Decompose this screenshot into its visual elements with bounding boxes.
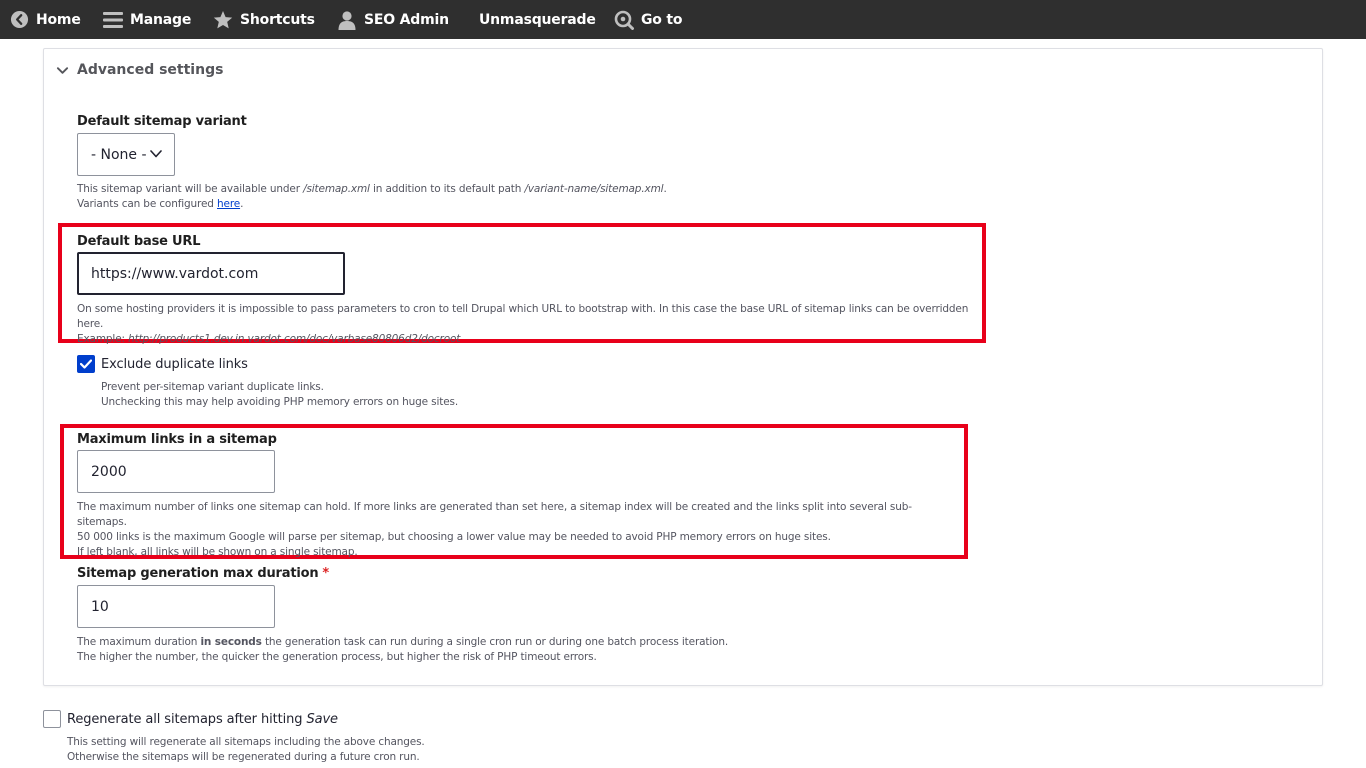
max-links-description: The maximum number of links one sitemap …	[77, 500, 957, 560]
desc-text: the generation task can run during a sin…	[261, 636, 729, 648]
toolbar-home[interactable]: Home	[9, 0, 81, 39]
advanced-settings-summary[interactable]: Advanced settings	[56, 62, 223, 78]
max-duration-value: 10	[91, 598, 109, 615]
desc-text: If left blank, all links will be shown o…	[77, 546, 358, 558]
desc-text: Variants can be configured	[77, 198, 217, 210]
regenerate-label-save: Save	[306, 712, 338, 727]
toolbar-goto-label: Go to	[641, 11, 683, 28]
exclude-duplicates-checkbox[interactable]	[77, 355, 95, 373]
required-marker: *	[322, 566, 329, 581]
desc-text: Unchecking this may help avoiding PHP me…	[101, 396, 459, 408]
regenerate-description: This setting will regenerate all sitemap…	[67, 735, 667, 765]
toolbar-goto[interactable]: Go to	[614, 0, 682, 39]
base-url-value: https://www.vardot.com	[91, 265, 259, 282]
desc-example: http://products1.dev.in.vardot.com/doc/v…	[128, 333, 461, 345]
desc-text: .	[663, 183, 667, 195]
max-duration-description: The maximum duration in seconds the gene…	[77, 635, 977, 665]
variants-here-link[interactable]: here	[217, 198, 240, 210]
advanced-settings-title: Advanced settings	[77, 62, 224, 78]
base-url-label: Default base URL	[77, 234, 201, 249]
desc-text: On some hosting providers it is impossib…	[77, 303, 969, 330]
toolbar-home-label: Home	[36, 11, 81, 28]
desc-bold: in seconds	[200, 636, 262, 648]
desc-text: Otherwise the sitemaps will be regenerat…	[67, 751, 420, 763]
regenerate-label[interactable]: Regenerate all sitemaps after hitting Sa…	[67, 712, 338, 727]
default-variant-label: Default sitemap variant	[77, 114, 247, 129]
desc-path: /sitemap.xml	[303, 183, 370, 195]
regenerate-label-text: Regenerate all sitemaps after hitting	[67, 712, 307, 727]
desc-text: Prevent per-sitemap variant duplicate li…	[101, 381, 324, 393]
desc-text: .	[240, 198, 244, 210]
desc-text: The maximum duration	[77, 636, 201, 648]
default-variant-value: - None -	[91, 146, 147, 163]
max-duration-input[interactable]: 10	[77, 585, 275, 628]
regenerate-checkbox[interactable]	[43, 710, 61, 728]
desc-text: 50 000 links is the maximum Google will …	[77, 531, 831, 543]
star-icon	[213, 10, 233, 30]
max-duration-label-text: Sitemap generation max duration	[77, 566, 319, 581]
toolbar-shortcuts-label: Shortcuts	[240, 11, 315, 28]
chevron-left-circle-icon	[9, 10, 29, 30]
desc-text: The maximum number of links one sitemap …	[77, 501, 912, 528]
exclude-duplicates-label[interactable]: Exclude duplicate links	[101, 357, 248, 372]
max-links-input[interactable]: 2000	[77, 450, 275, 493]
desc-text: This setting will regenerate all sitemap…	[67, 736, 425, 748]
chevron-down-icon	[56, 66, 69, 74]
max-links-label: Maximum links in a sitemap	[77, 432, 277, 447]
desc-text: in addition to its default path	[369, 183, 525, 195]
toolbar-unmasquerade[interactable]: Unmasquerade	[479, 0, 596, 39]
admin-toolbar: Home Manage Shortcuts SEO Admin Unmasque…	[0, 0, 1366, 39]
hamburger-menu-icon	[103, 10, 123, 30]
base-url-input[interactable]: https://www.vardot.com	[77, 252, 345, 295]
toolbar-user[interactable]: SEO Admin	[337, 0, 449, 39]
base-url-description: On some hosting providers it is impossib…	[77, 302, 982, 347]
toolbar-manage-label: Manage	[130, 11, 192, 28]
toolbar-user-label: SEO Admin	[364, 11, 449, 28]
desc-text: Example:	[77, 333, 129, 345]
toolbar-unmasquerade-label: Unmasquerade	[479, 11, 596, 28]
toolbar-shortcuts[interactable]: Shortcuts	[213, 0, 315, 39]
search-icon	[614, 10, 634, 30]
user-icon	[337, 10, 357, 30]
desc-text: This sitemap variant will be available u…	[77, 183, 304, 195]
max-duration-label: Sitemap generation max duration *	[77, 566, 329, 581]
toolbar-manage[interactable]: Manage	[103, 0, 191, 39]
chevron-down-icon	[150, 150, 162, 158]
checkmark-icon	[80, 359, 92, 369]
default-variant-select[interactable]: - None -	[77, 133, 175, 176]
max-links-value: 2000	[91, 463, 127, 480]
default-variant-description: This sitemap variant will be available u…	[77, 182, 977, 212]
desc-text: The higher the number, the quicker the g…	[77, 651, 597, 663]
desc-path: /variant-name/sitemap.xml	[524, 183, 664, 195]
exclude-duplicates-description: Prevent per-sitemap variant duplicate li…	[101, 380, 701, 410]
